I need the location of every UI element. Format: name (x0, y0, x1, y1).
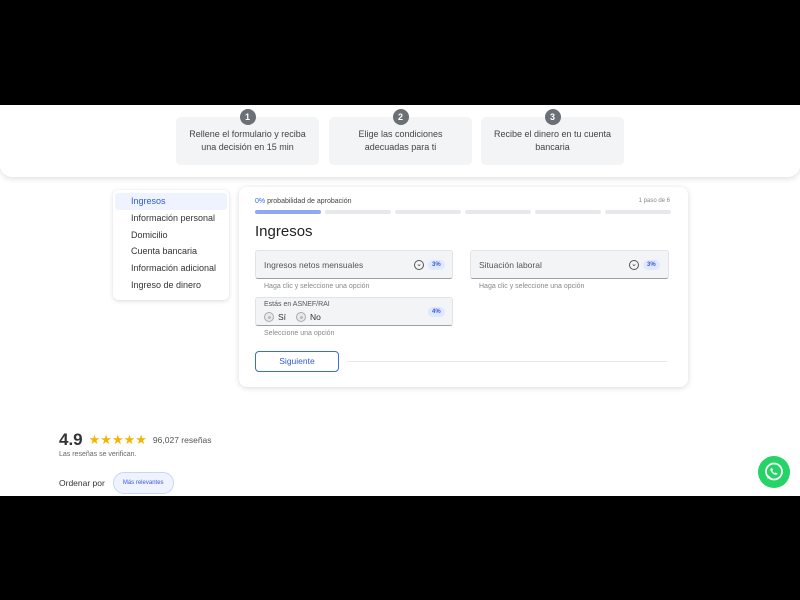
progress-segment (325, 210, 391, 214)
loan-form-card: 0% probabilidad de aprobación 1 paso de … (239, 187, 688, 387)
rating-score: 4.9 (59, 430, 83, 449)
nav-item-ingresos[interactable]: Ingresos (115, 193, 227, 210)
step-text-2a: Elige las condiciones (358, 129, 443, 139)
progress-segment (395, 210, 461, 214)
asnef-label: Estás en ASNEF/RAI (264, 301, 330, 308)
nav-item-informacion-adicional[interactable]: Información adicional (115, 260, 227, 277)
employment-status-hint: Haga clic y seleccione una opción (479, 283, 585, 290)
asnef-option-yes[interactable]: Sí (264, 312, 286, 322)
approval-probability-value: 0% (255, 198, 266, 205)
asnef-weight-badge: 4% (428, 307, 445, 317)
asnef-radio-group: Estás en ASNEF/RAI Sí No 4% (255, 297, 453, 326)
step-text-3b: bancaria (535, 142, 570, 152)
next-button[interactable]: Siguiente (255, 351, 339, 372)
step-text-1b: una decisión en 15 min (201, 142, 294, 152)
step-text-2b: adecuadas para ti (364, 142, 437, 152)
step-text-1a: Rellene el formulario y reciba (189, 129, 306, 139)
step-text-3a: Recibe el dinero en tu cuenta (493, 129, 612, 139)
radio-icon (264, 312, 274, 322)
step-card-3: 3 Recibe el dinero en tu cuenta bancaria (481, 109, 624, 165)
divider (347, 361, 667, 362)
radio-icon (296, 312, 307, 322)
reviews-sort: Ordenar por Más relevantes (59, 472, 174, 494)
step-card-2: 2 Elige las condiciones adecuadas para t… (329, 109, 472, 165)
asnef-hint: Seleccione una opción (264, 330, 335, 337)
nav-item-cuenta-bancaria[interactable]: Cuenta bancaria (115, 243, 227, 260)
monthly-income-select[interactable]: Ingresos netos mensuales ⌄ 3% (255, 250, 453, 279)
employment-weight-badge: 3% (643, 260, 660, 270)
chevron-down-icon: ⌄ (414, 260, 424, 270)
asnef-option-yes-label: Sí (278, 312, 287, 322)
progress-segment (605, 210, 671, 214)
employment-status-label: Situación laboral (479, 260, 542, 270)
page: 1 Rellene el formulario y reciba una dec… (0, 105, 800, 496)
step-number-1: 1 (239, 109, 256, 125)
sort-dropdown[interactable]: Más relevantes (112, 472, 174, 494)
steps-band: 1 Rellene el formulario y reciba una dec… (0, 105, 800, 177)
nav-item-informacion-personal[interactable]: Información personal (115, 210, 227, 227)
step-number-3: 3 (544, 109, 561, 125)
employment-status-select[interactable]: Situación laboral ⌄ 3% (470, 250, 669, 279)
progress-segment (535, 210, 601, 214)
monthly-income-label: Ingresos netos mensuales (264, 260, 364, 270)
form-title: Ingresos (255, 223, 313, 240)
progress-segment (255, 210, 321, 214)
step-progress-bar (255, 210, 671, 214)
reviews-verified-note: Las reseñas se verifican. (59, 451, 137, 458)
step-number-2: 2 (392, 109, 409, 125)
approval-probability: 0% probabilidad de aprobación (255, 198, 352, 205)
nav-item-domicilio[interactable]: Domicilio (115, 227, 227, 244)
whatsapp-button[interactable] (758, 456, 790, 488)
approval-probability-label: probabilidad de aprobación (265, 198, 352, 205)
star-icon: ★★★★★ (88, 432, 147, 447)
rating-summary: 4.9 ★★★★★ 96,027 reseñas (59, 430, 212, 450)
income-weight-badge: 3% (428, 260, 445, 270)
asnef-option-no-label: No (310, 312, 321, 322)
step-card-1: 1 Rellene el formulario y reciba una dec… (176, 109, 319, 165)
review-count: 96,027 reseñas (152, 435, 212, 445)
chevron-down-icon: ⌄ (629, 260, 639, 270)
asnef-options: Sí No (264, 312, 331, 322)
monthly-income-hint: Haga clic y seleccione una opción (264, 283, 370, 290)
step-counter: 1 paso de 6 (638, 198, 670, 204)
form-sections-nav: Ingresos Información personal Domicilio … (113, 190, 229, 300)
asnef-option-no[interactable]: No (296, 312, 321, 322)
progress-segment (465, 210, 531, 214)
whatsapp-icon (765, 462, 783, 481)
sort-label: Ordenar por (59, 478, 105, 488)
nav-item-ingreso-de-dinero[interactable]: Ingreso de dinero (115, 277, 227, 294)
